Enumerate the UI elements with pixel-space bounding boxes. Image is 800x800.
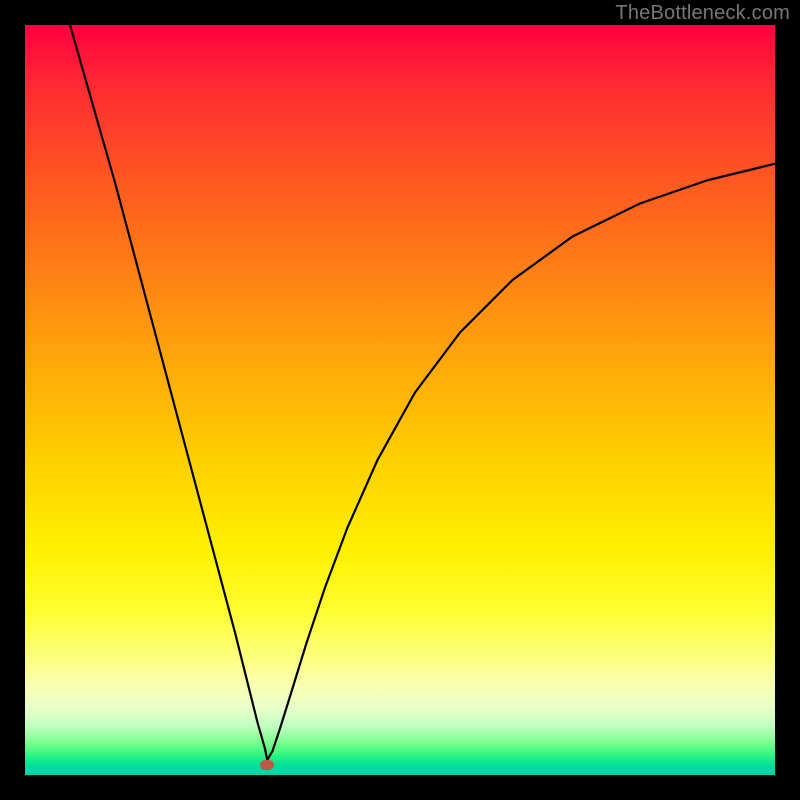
optimum-marker xyxy=(260,760,274,770)
watermark-text: TheBottleneck.com xyxy=(615,2,790,25)
chart-frame: TheBottleneck.com xyxy=(0,0,800,800)
bottleneck-curve xyxy=(25,25,775,775)
